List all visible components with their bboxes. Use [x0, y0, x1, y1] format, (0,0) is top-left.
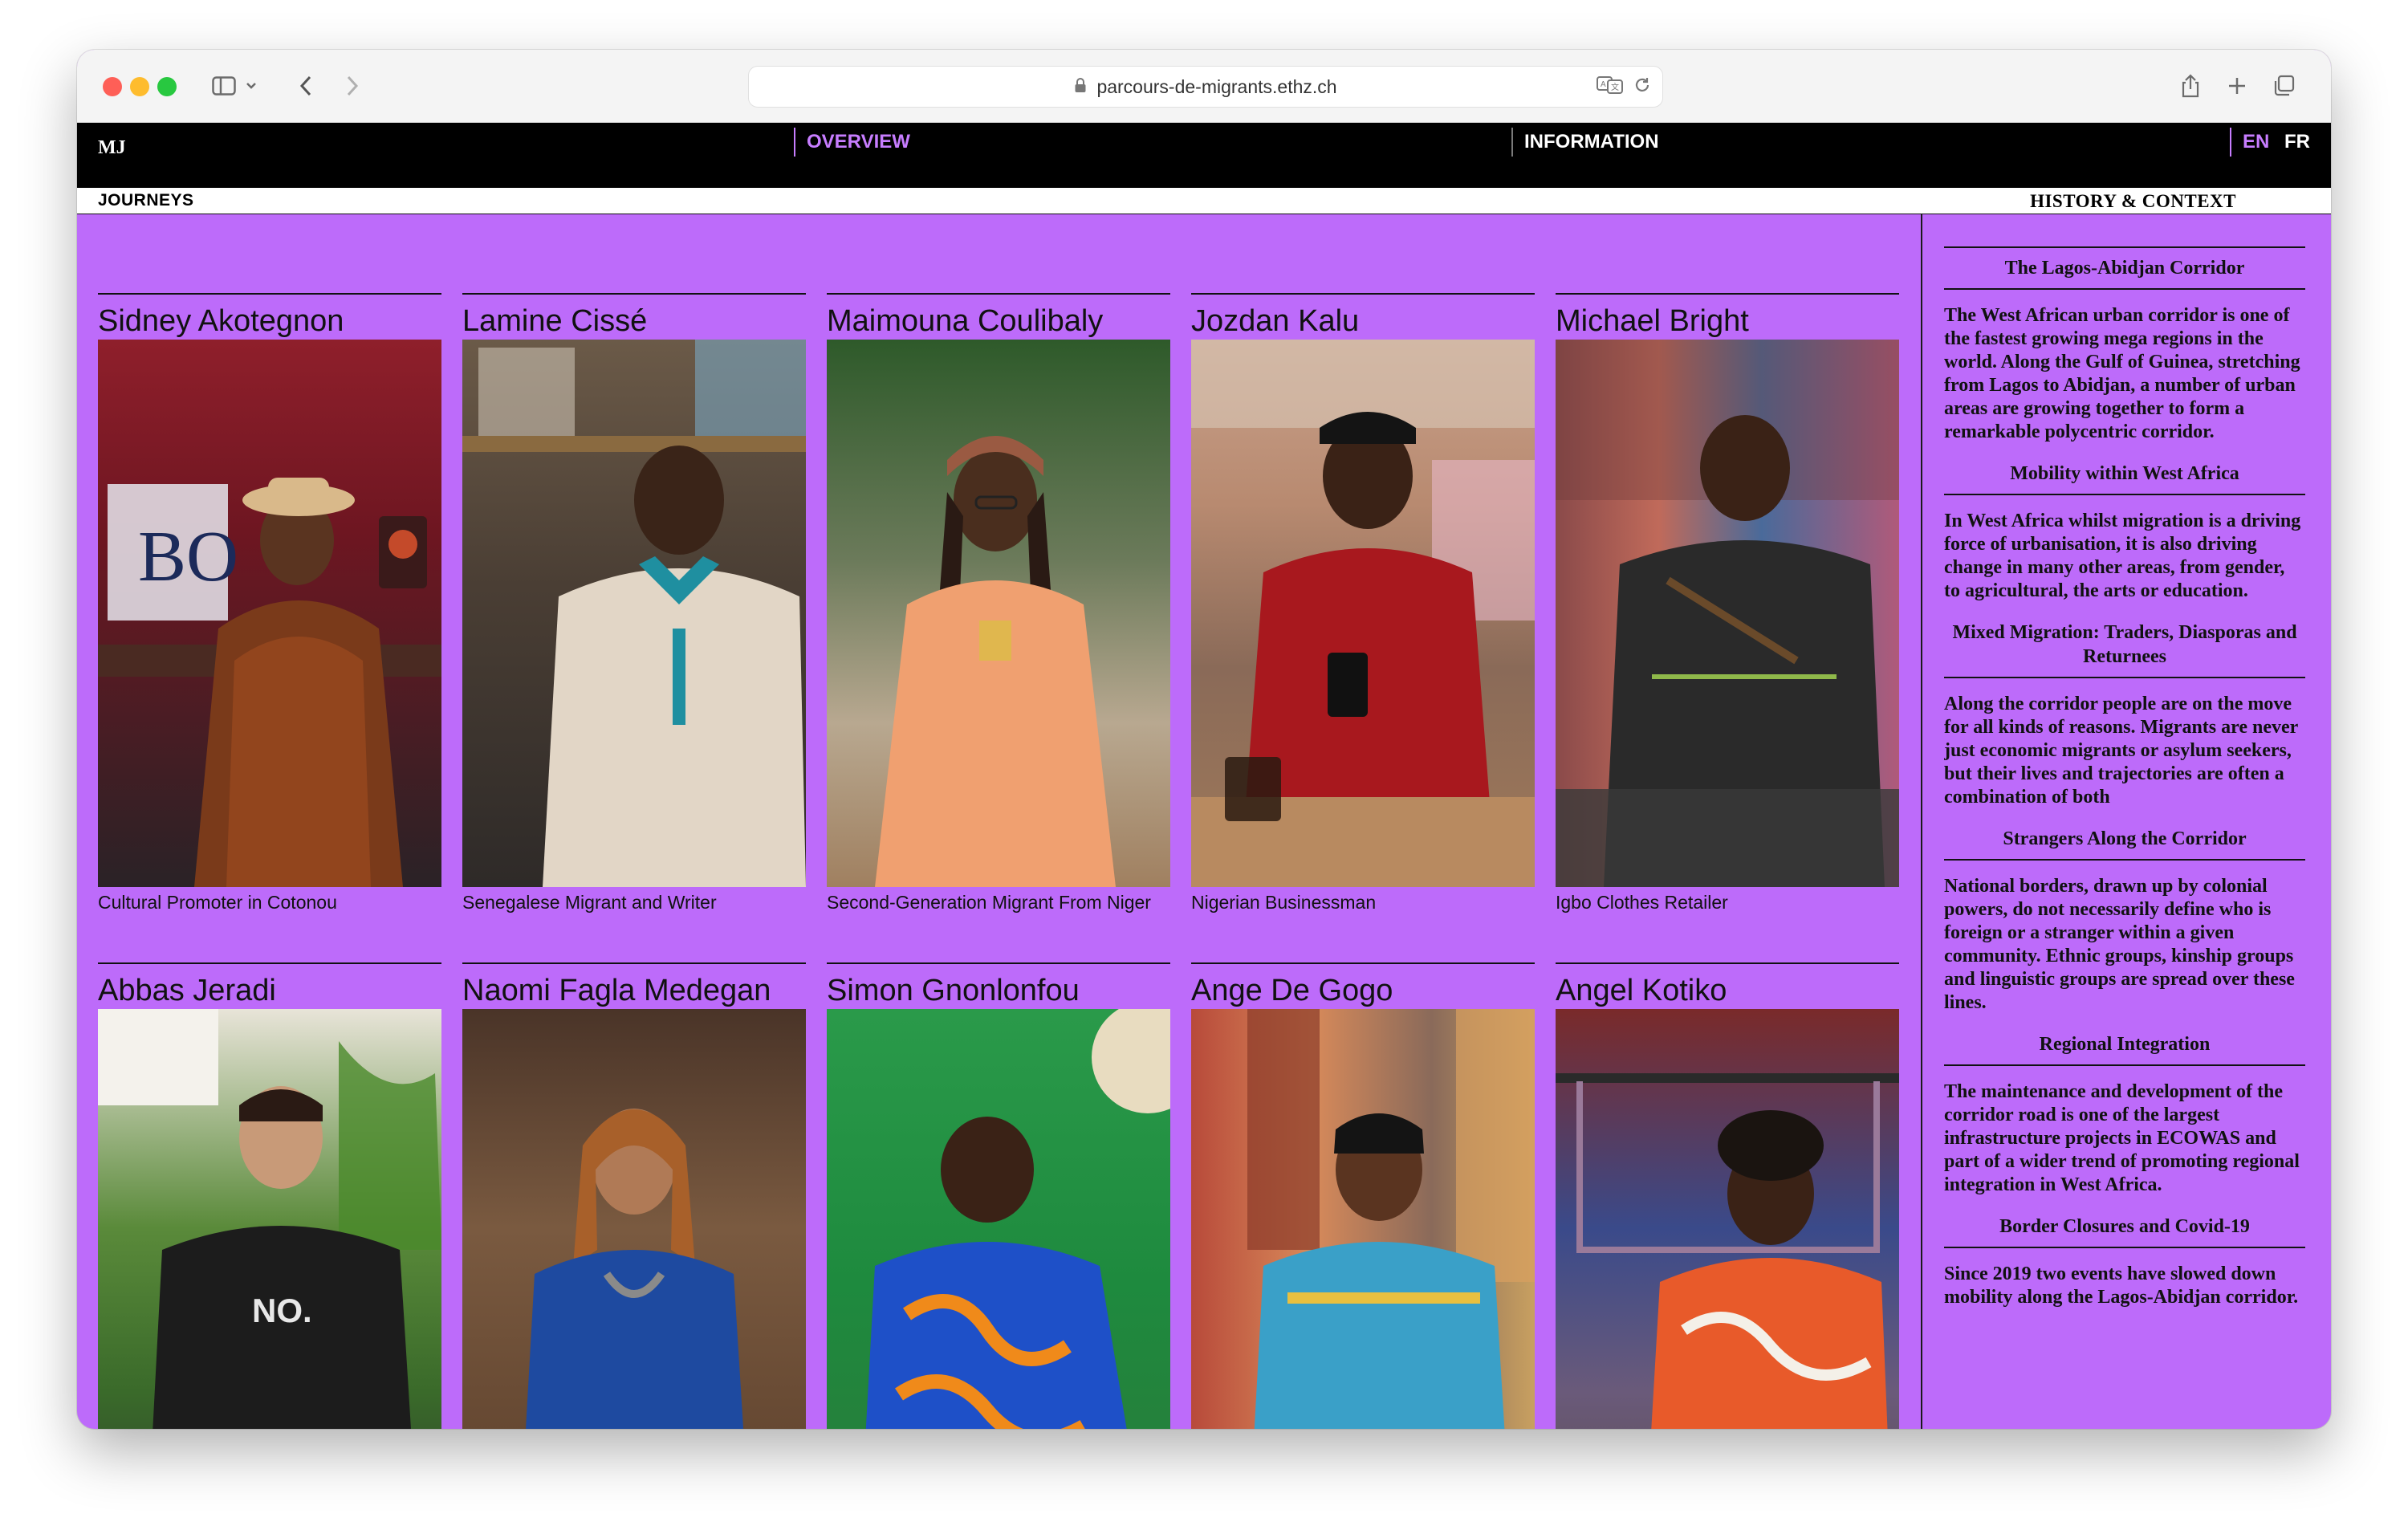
journey-portrait[interactable] [1556, 340, 1899, 887]
svg-text:A: A [1601, 80, 1606, 89]
context-section-title[interactable]: The Lagos-Abidjan Corridor [1944, 246, 2305, 290]
close-window-button[interactable] [103, 77, 122, 96]
journey-name[interactable]: Jozdan Kalu [1191, 303, 1535, 340]
address-text: parcours-de-migrants.ethz.ch [1096, 75, 1337, 97]
journey-caption: Second-Generation Migrant From Niger [827, 892, 1151, 913]
language-fr-link[interactable]: FR [2284, 128, 2310, 157]
journey-card[interactable]: Abbas Jeradi NO. [98, 962, 441, 1429]
journey-portrait[interactable] [1556, 1009, 1899, 1429]
svg-text:文: 文 [1611, 82, 1619, 92]
journey-card[interactable]: Jozdan Kalu Nigerian Businessman [1191, 293, 1535, 915]
minimize-window-button[interactable] [130, 77, 149, 96]
card-divider [827, 962, 1170, 964]
journeys-heading: JOURNEYS [98, 191, 194, 210]
svg-text:BO: BO [138, 517, 238, 596]
journey-caption: Senegalese Migrant and Writer [462, 892, 717, 913]
section-header-bar: JOURNEYS HISTORY & CONTEXT [77, 188, 2331, 214]
journey-caption: Nigerian Businessman [1191, 892, 1377, 913]
lock-icon [1074, 76, 1087, 98]
card-divider [827, 293, 1170, 295]
sidebar-icon[interactable] [205, 67, 242, 104]
journey-name[interactable]: Simon Gnonlonfou [827, 972, 1170, 1009]
context-section: Strangers Along the Corridor National bo… [1944, 819, 2305, 1024]
context-section-title[interactable]: Border Closures and Covid-19 [1944, 1207, 2305, 1248]
context-section-title[interactable]: Mixed Migration: Traders, Diasporas and … [1944, 612, 2305, 678]
card-divider [1191, 962, 1535, 964]
browser-toolbar: parcours-de-migrants.ethz.ch A文 [77, 50, 2331, 123]
journey-portrait[interactable]: NO. [98, 1009, 441, 1429]
journey-name[interactable]: Lamine Cissé [462, 303, 806, 340]
share-icon[interactable] [2172, 67, 2209, 104]
tabs-icon[interactable] [2265, 67, 2302, 104]
journey-name[interactable]: Michael Bright [1556, 303, 1899, 340]
context-section: The Lagos-Abidjan Corridor The West Afri… [1944, 246, 2305, 454]
context-section-body: In West Africa whilst migration is a dri… [1944, 511, 2301, 601]
new-tab-icon[interactable] [2219, 67, 2255, 104]
context-section-body: Along the corridor people are on the mov… [1944, 694, 2298, 808]
journey-caption: Igbo Clothes Retailer [1556, 892, 1728, 913]
card-divider [462, 962, 806, 964]
journey-card[interactable]: Sidney Akotegnon BO Cultural Promoter in… [98, 293, 441, 915]
journey-portrait[interactable] [462, 340, 806, 887]
journey-card[interactable]: Maimouna Coulibaly Second-Generation Mig… [827, 293, 1170, 915]
journey-card[interactable]: Simon Gnonlonfou [827, 962, 1170, 1429]
translate-icon[interactable]: A文 [1597, 75, 1624, 100]
context-section-body: Since 2019 two events have slowed down m… [1944, 1263, 2299, 1308]
journey-portrait[interactable] [827, 1009, 1170, 1429]
journey-card[interactable]: Michael Bright Igbo Clothes Retailer [1556, 293, 1899, 915]
card-divider [1556, 962, 1899, 964]
card-divider [98, 962, 441, 964]
context-section: Mixed Migration: Traders, Diasporas and … [1944, 612, 2305, 819]
nav-overview-link[interactable]: OVERVIEW [794, 128, 910, 157]
forward-icon[interactable] [334, 67, 371, 104]
journey-name[interactable]: Angel Kotiko [1556, 972, 1899, 1009]
journey-portrait[interactable] [1191, 1009, 1535, 1429]
context-section-title[interactable]: Strangers Along the Corridor [1944, 819, 2305, 861]
journey-portrait[interactable] [1191, 340, 1535, 887]
browser-window: parcours-de-migrants.ethz.ch A文 MJ OVERV… [77, 50, 2331, 1429]
context-section-body: The maintenance and development of the c… [1944, 1081, 2300, 1195]
journeys-grid: Sidney Akotegnon BO Cultural Promoter in… [77, 214, 1921, 1429]
journey-name[interactable]: Abbas Jeradi [98, 972, 441, 1009]
context-section: Regional Integration The maintenance and… [1944, 1024, 2305, 1207]
context-section-title[interactable]: Mobility within West Africa [1944, 454, 2305, 495]
card-divider [462, 293, 806, 295]
svg-text:NO.: NO. [252, 1292, 312, 1329]
journey-card[interactable]: Naomi Fagla Medegan [462, 962, 806, 1429]
nav-information-link[interactable]: INFORMATION [1511, 128, 1659, 157]
history-context-sidebar: The Lagos-Abidjan Corridor The West Afri… [1944, 214, 2305, 1429]
context-section-body: National borders, drawn up by colonial p… [1944, 876, 2295, 1013]
journey-caption: Cultural Promoter in Cotonou [98, 892, 337, 913]
journey-card[interactable]: Ange De Gogo [1191, 962, 1535, 1429]
journey-portrait[interactable]: BO [98, 340, 441, 887]
journey-name[interactable]: Ange De Gogo [1191, 972, 1535, 1009]
journey-name[interactable]: Maimouna Coulibaly [827, 303, 1170, 340]
reload-icon[interactable] [1633, 76, 1651, 99]
site-navigation: MJ OVERVIEW INFORMATION EN FR [77, 123, 2331, 188]
chevron-down-icon[interactable] [239, 67, 263, 104]
journey-name[interactable]: Naomi Fagla Medegan [462, 972, 806, 1009]
card-divider [98, 293, 441, 295]
context-section-body: The West African urban corridor is one o… [1944, 305, 2300, 442]
card-divider [1556, 293, 1899, 295]
address-bar[interactable]: parcours-de-migrants.ethz.ch A文 [748, 66, 1663, 108]
context-section: Border Closures and Covid-19 Since 2019 … [1944, 1207, 2305, 1319]
context-section: Mobility within West Africa In West Afri… [1944, 454, 2305, 612]
journey-card[interactable]: Angel Kotiko [1556, 962, 1899, 1429]
journey-portrait[interactable] [827, 340, 1170, 887]
history-context-heading: HISTORY & CONTEXT [2030, 191, 2236, 211]
journey-portrait[interactable] [462, 1009, 806, 1429]
zoom-window-button[interactable] [157, 77, 177, 96]
journey-name[interactable]: Sidney Akotegnon [98, 303, 441, 340]
language-en-link[interactable]: EN [2230, 128, 2269, 157]
journey-card[interactable]: Lamine Cissé Senegalese Migrant and Writ… [462, 293, 806, 915]
site-logo[interactable]: MJ [98, 137, 126, 159]
back-icon[interactable] [287, 67, 324, 104]
context-section-title[interactable]: Regional Integration [1944, 1024, 2305, 1066]
column-divider [1921, 214, 1922, 1429]
card-divider [1191, 293, 1535, 295]
page-content: Sidney Akotegnon BO Cultural Promoter in… [77, 214, 2331, 1429]
